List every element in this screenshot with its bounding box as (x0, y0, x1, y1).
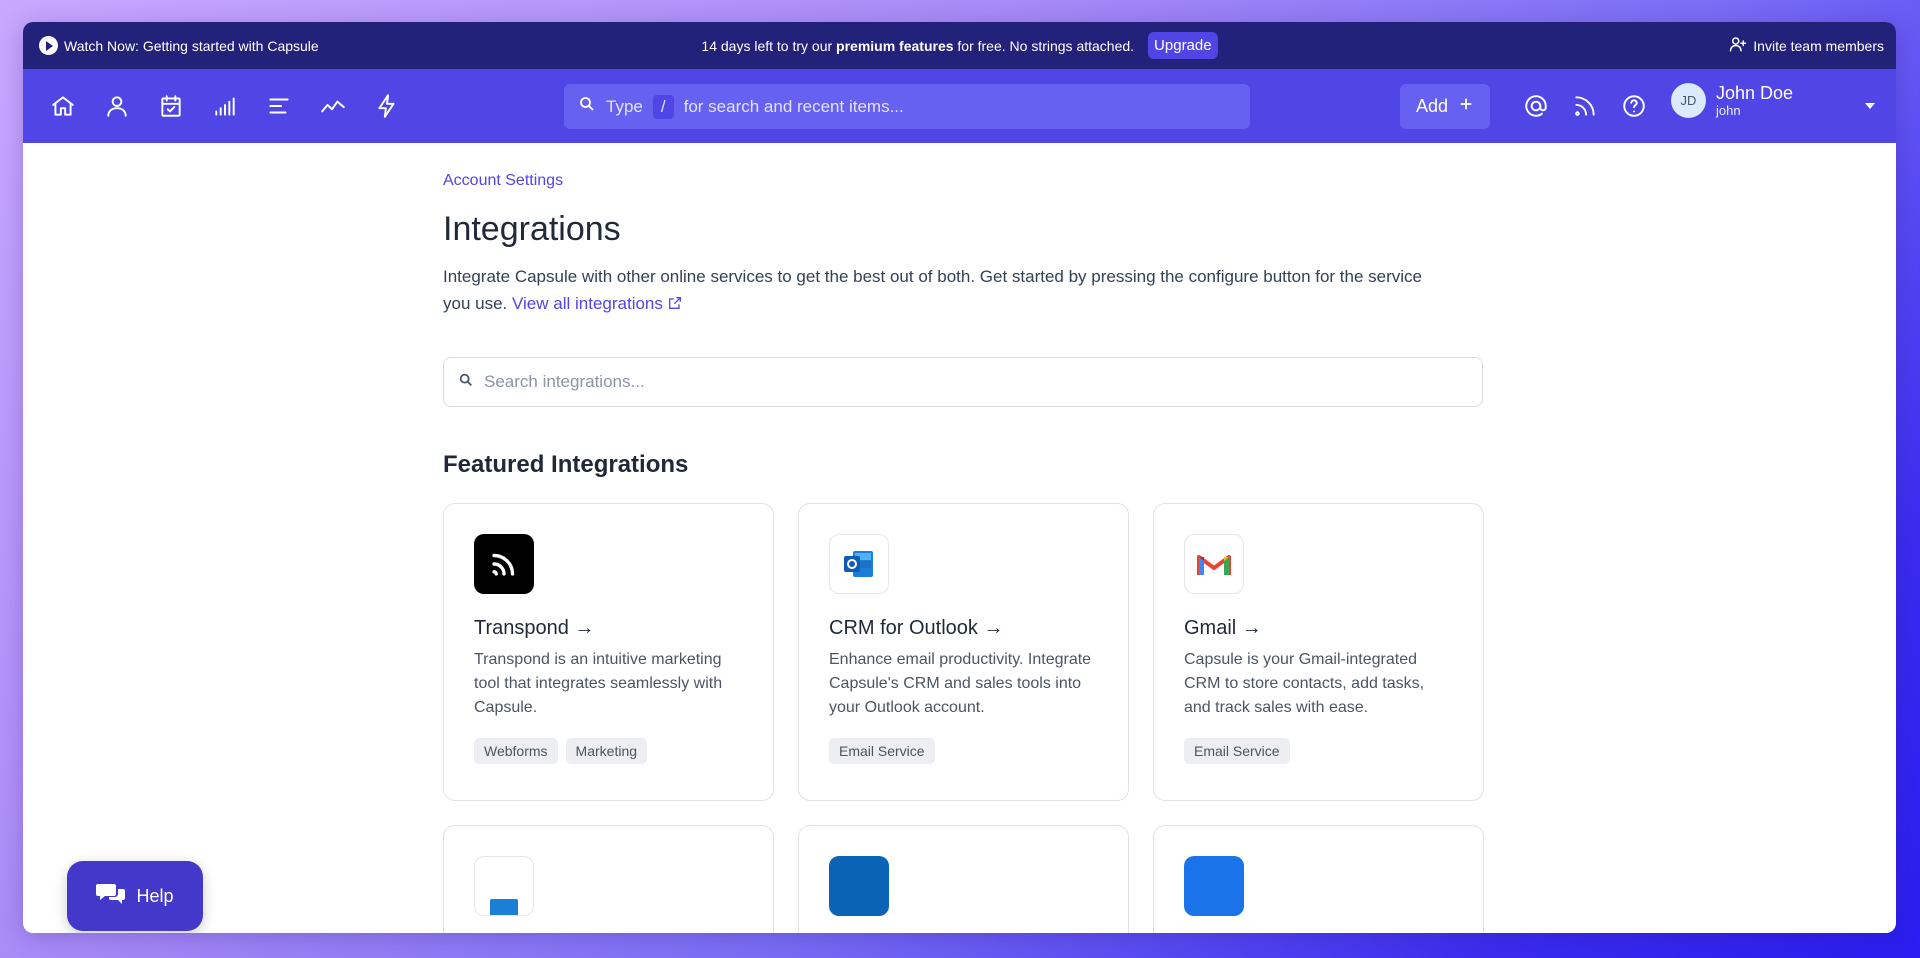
trial-prefix: 14 days left to try our (701, 37, 833, 54)
watch-now-label: Watch Now: Getting started with Capsule (64, 37, 319, 54)
trial-bold: premium features (836, 37, 954, 54)
integrations-grid: Transpond → Transpond is an intuitive ma… (443, 503, 1484, 933)
help-button[interactable]: Help (67, 861, 203, 931)
help-circle-icon[interactable] (1621, 93, 1647, 124)
search-icon (458, 372, 474, 393)
chat-bubbles-icon (96, 881, 126, 912)
integration-card[interactable] (798, 825, 1129, 933)
integrations-search-input[interactable]: Search integrations... (443, 357, 1483, 407)
promo-bar: Watch Now: Getting started with Capsule … (23, 22, 1896, 69)
upgrade-button[interactable]: Upgrade (1148, 32, 1218, 59)
integration-card[interactable] (443, 825, 774, 933)
add-label: Add (1415, 96, 1449, 116)
add-user-icon (1729, 35, 1747, 56)
breadcrumb[interactable]: Account Settings (443, 172, 1483, 190)
invite-label: Invite team members (1753, 37, 1884, 54)
tag: Email Service (829, 738, 935, 764)
home-icon[interactable] (49, 92, 77, 120)
card-title: Gmail → (1184, 617, 1262, 639)
external-link-icon (667, 292, 683, 319)
tag: Email Service (1184, 738, 1290, 764)
card-description: Capsule is your Gmail-integrated CRM to … (1184, 651, 1425, 716)
person-icon[interactable] (103, 92, 131, 120)
app-window: Watch Now: Getting started with Capsule … (23, 22, 1896, 933)
search-type-label: Type (606, 96, 643, 116)
play-icon (39, 36, 58, 55)
tag: Marketing (565, 738, 648, 764)
add-button[interactable]: Add (1400, 84, 1490, 129)
global-search-input[interactable]: Type / for search and recent items... (564, 84, 1250, 129)
user-username: john (1716, 103, 1741, 118)
card-title: CRM for Outlook → (829, 617, 1004, 639)
main-content: Account Settings Integrations Integrate … (443, 172, 1484, 933)
plus-icon (1458, 96, 1474, 117)
integration-card-transpond[interactable]: Transpond → Transpond is an intuitive ma… (443, 503, 774, 801)
app-logo-icon (829, 856, 889, 916)
view-all-integrations-link[interactable]: View all integrations (512, 294, 683, 313)
user-menu[interactable]: JD John Doe john (1671, 83, 1793, 118)
user-name: John Doe (1716, 83, 1794, 103)
transpond-logo-icon (474, 534, 534, 594)
integration-card[interactable] (1153, 825, 1484, 933)
view-all-label: View all integrations (512, 294, 663, 313)
rss-feed-icon[interactable] (1572, 93, 1598, 124)
lightning-icon[interactable] (373, 92, 401, 120)
integration-card-outlook[interactable]: CRM for Outlook → Enhance email producti… (798, 503, 1129, 801)
card-description: Transpond is an intuitive marketing tool… (474, 651, 723, 716)
avatar: JD (1671, 83, 1706, 118)
page-title: Integrations (443, 210, 621, 248)
card-description: Enhance email productivity. Integrate Ca… (829, 651, 1092, 716)
trend-line-icon[interactable] (319, 92, 347, 120)
help-label: Help (136, 885, 174, 906)
trial-notice: 14 days left to try our premium features… (701, 32, 1218, 59)
integrations-search-placeholder: Search integrations... (484, 372, 645, 391)
list-icon[interactable] (265, 92, 293, 120)
bar-chart-icon[interactable] (211, 92, 239, 120)
main-nav: Type / for search and recent items... Ad… (23, 69, 1896, 143)
calendar-check-icon[interactable] (157, 92, 185, 120)
featured-title: Featured Integrations (443, 451, 689, 478)
tag: Webforms (474, 738, 558, 764)
card-title: Transpond → (474, 617, 595, 639)
invite-team-link[interactable]: Invite team members (1729, 35, 1884, 56)
search-icon (578, 95, 596, 118)
integration-card-gmail[interactable]: Gmail → Capsule is your Gmail-integrated… (1153, 503, 1484, 801)
trial-text: 14 days left to try our premium features… (701, 38, 1134, 54)
outlook-logo-icon (829, 534, 889, 594)
watch-now-link[interactable]: Watch Now: Getting started with Capsule (39, 36, 319, 55)
search-placeholder: for search and recent items... (683, 96, 904, 116)
search-shortcut-key: / (652, 94, 674, 119)
intro-text: Integrate Capsule with other online serv… (443, 263, 1443, 319)
gmail-logo-icon (1184, 534, 1244, 594)
app-logo-icon (1184, 856, 1244, 916)
chevron-down-icon[interactable] (1865, 103, 1875, 109)
app-logo-icon (474, 856, 534, 916)
at-sign-icon[interactable] (1523, 93, 1549, 124)
trial-suffix: for free. No strings attached. (957, 37, 1135, 54)
